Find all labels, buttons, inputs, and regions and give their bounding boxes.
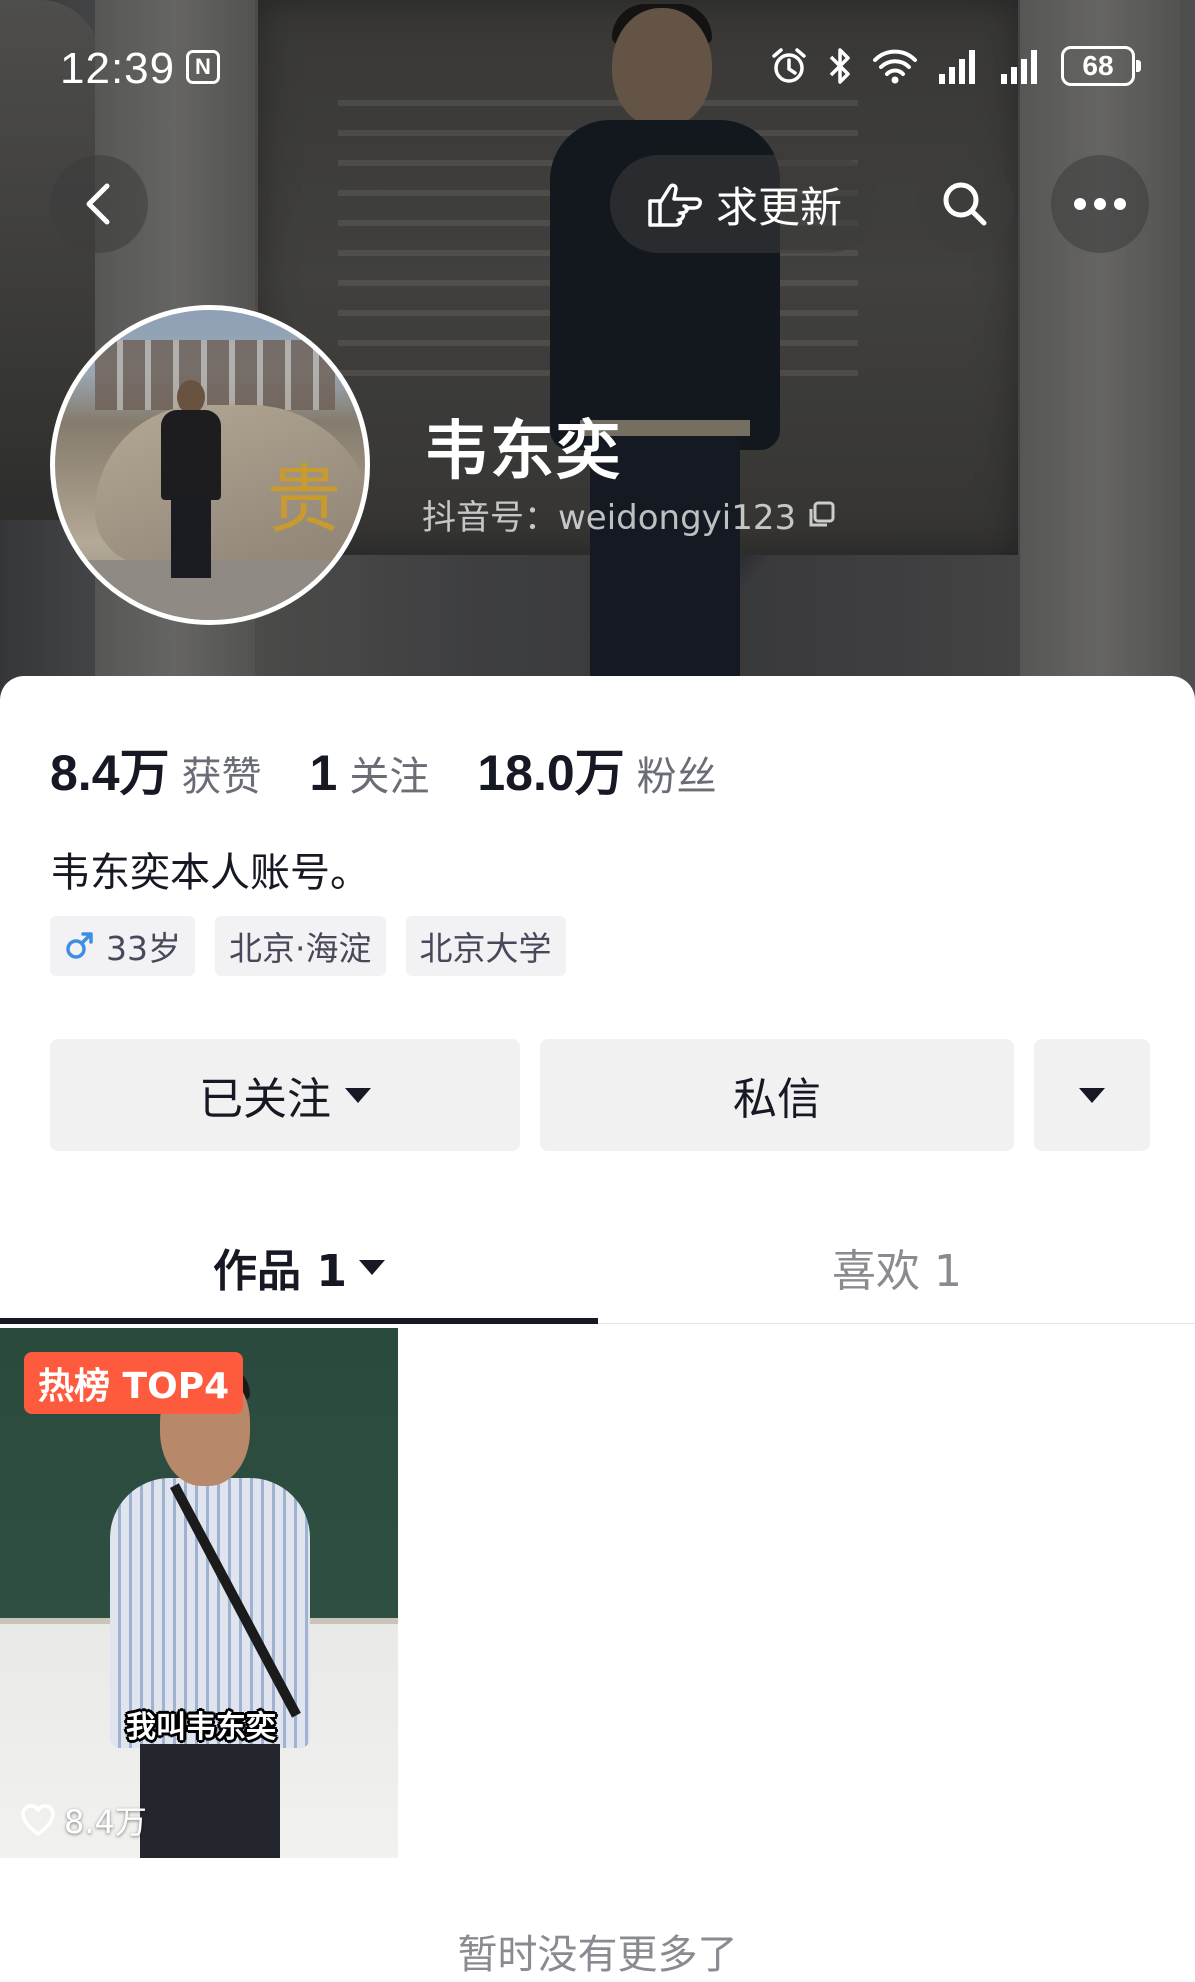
stat-label: 关注 <box>349 754 430 800</box>
tab-works-label: 作品 1 <box>213 1246 347 1297</box>
stone-engraving-glyph: 贵 <box>267 457 341 543</box>
alarm-icon <box>769 46 809 86</box>
signal-icon <box>999 46 1043 86</box>
back-arrow-icon <box>86 183 110 225</box>
followed-label: 已关注 <box>199 1074 331 1125</box>
avatar[interactable]: 贵 <box>50 305 370 625</box>
video-person <box>110 1364 310 1858</box>
video-thumbnail[interactable]: 热榜 TOP4 我叫韦东奕 8.4万 <box>0 1328 398 1858</box>
message-label: 私信 <box>733 1074 821 1125</box>
profile-tags: 33岁 北京·海淀 北京大学 <box>50 916 566 976</box>
tag-school[interactable]: 北京大学 <box>405 916 566 976</box>
tab-likes-label: 喜欢 1 <box>832 1246 962 1297</box>
stat-value: 18.0万 <box>477 745 625 801</box>
hot-rank-badge: 热榜 TOP4 <box>24 1352 244 1414</box>
tab-works[interactable]: 作品 1 <box>0 1211 598 1323</box>
signal-icon <box>937 46 981 86</box>
profile-bio: 韦东奕本人账号。 <box>50 850 370 896</box>
stat-label: 获赞 <box>181 754 262 800</box>
video-likes: 8.4万 <box>20 1797 147 1843</box>
content-tabs: 作品 1 喜欢 1 <box>0 1211 1195 1324</box>
video-likes-count: 8.4万 <box>64 1803 147 1841</box>
more-actions-button[interactable] <box>1034 1039 1150 1151</box>
request-update-button[interactable]: 求更新 <box>610 155 878 253</box>
stat-value: 1 <box>309 745 338 801</box>
wifi-icon <box>871 46 919 86</box>
pointing-hand-icon <box>648 183 702 227</box>
stat-followers[interactable]: 18.0万 粉丝 <box>477 733 716 805</box>
profile-panel: 8.4万 获赞 1 关注 18.0万 粉丝 韦东奕本人账号。 33岁 北京·海淀… <box>0 676 1195 1982</box>
search-button[interactable] <box>916 155 1014 253</box>
more-dots-icon <box>1074 198 1126 210</box>
action-buttons: 已关注 私信 <box>50 1039 1150 1151</box>
message-button[interactable]: 私信 <box>540 1039 1014 1151</box>
copy-icon[interactable] <box>806 500 836 530</box>
battery-icon: 68 <box>1061 46 1141 86</box>
caret-down-icon <box>345 1087 371 1103</box>
tab-active-indicator <box>0 1318 598 1324</box>
profile-name: 韦东奕 <box>424 415 622 489</box>
search-icon <box>943 182 987 226</box>
request-update-label: 求更新 <box>715 182 842 232</box>
tag-age-label: 33岁 <box>106 929 181 968</box>
more-button[interactable] <box>1051 155 1149 253</box>
stat-following[interactable]: 1 关注 <box>310 744 430 802</box>
stat-label: 粉丝 <box>636 754 717 800</box>
no-more-text: 暂时没有更多了 <box>457 1932 738 1978</box>
caret-down-icon <box>1079 1087 1105 1103</box>
stat-likes[interactable]: 8.4万 获赞 <box>50 733 262 805</box>
stat-value: 8.4万 <box>50 745 170 801</box>
heart-icon <box>21 1804 55 1836</box>
douyin-id[interactable]: 抖音号：weidongyi123 <box>422 490 836 539</box>
male-icon <box>64 931 94 961</box>
video-caption: 我叫韦东奕 <box>126 1710 276 1745</box>
followed-button[interactable]: 已关注 <box>50 1039 520 1151</box>
tag-age: 33岁 <box>50 916 195 976</box>
tag-location: 北京·海淀 <box>215 916 386 976</box>
status-time: 12:39 <box>60 44 176 93</box>
nfc-icon: N <box>186 50 220 84</box>
status-icons: 68 <box>769 46 1141 86</box>
bluetooth-icon <box>827 46 853 86</box>
status-bar: 12:39 N 68 <box>0 0 1195 140</box>
back-button[interactable] <box>50 155 148 253</box>
tab-likes[interactable]: 喜欢 1 <box>598 1211 1195 1323</box>
douyin-id-text: 抖音号：weidongyi123 <box>422 498 797 538</box>
stats-row: 8.4万 获赞 1 关注 18.0万 粉丝 <box>50 733 765 805</box>
caret-down-icon <box>358 1259 385 1275</box>
